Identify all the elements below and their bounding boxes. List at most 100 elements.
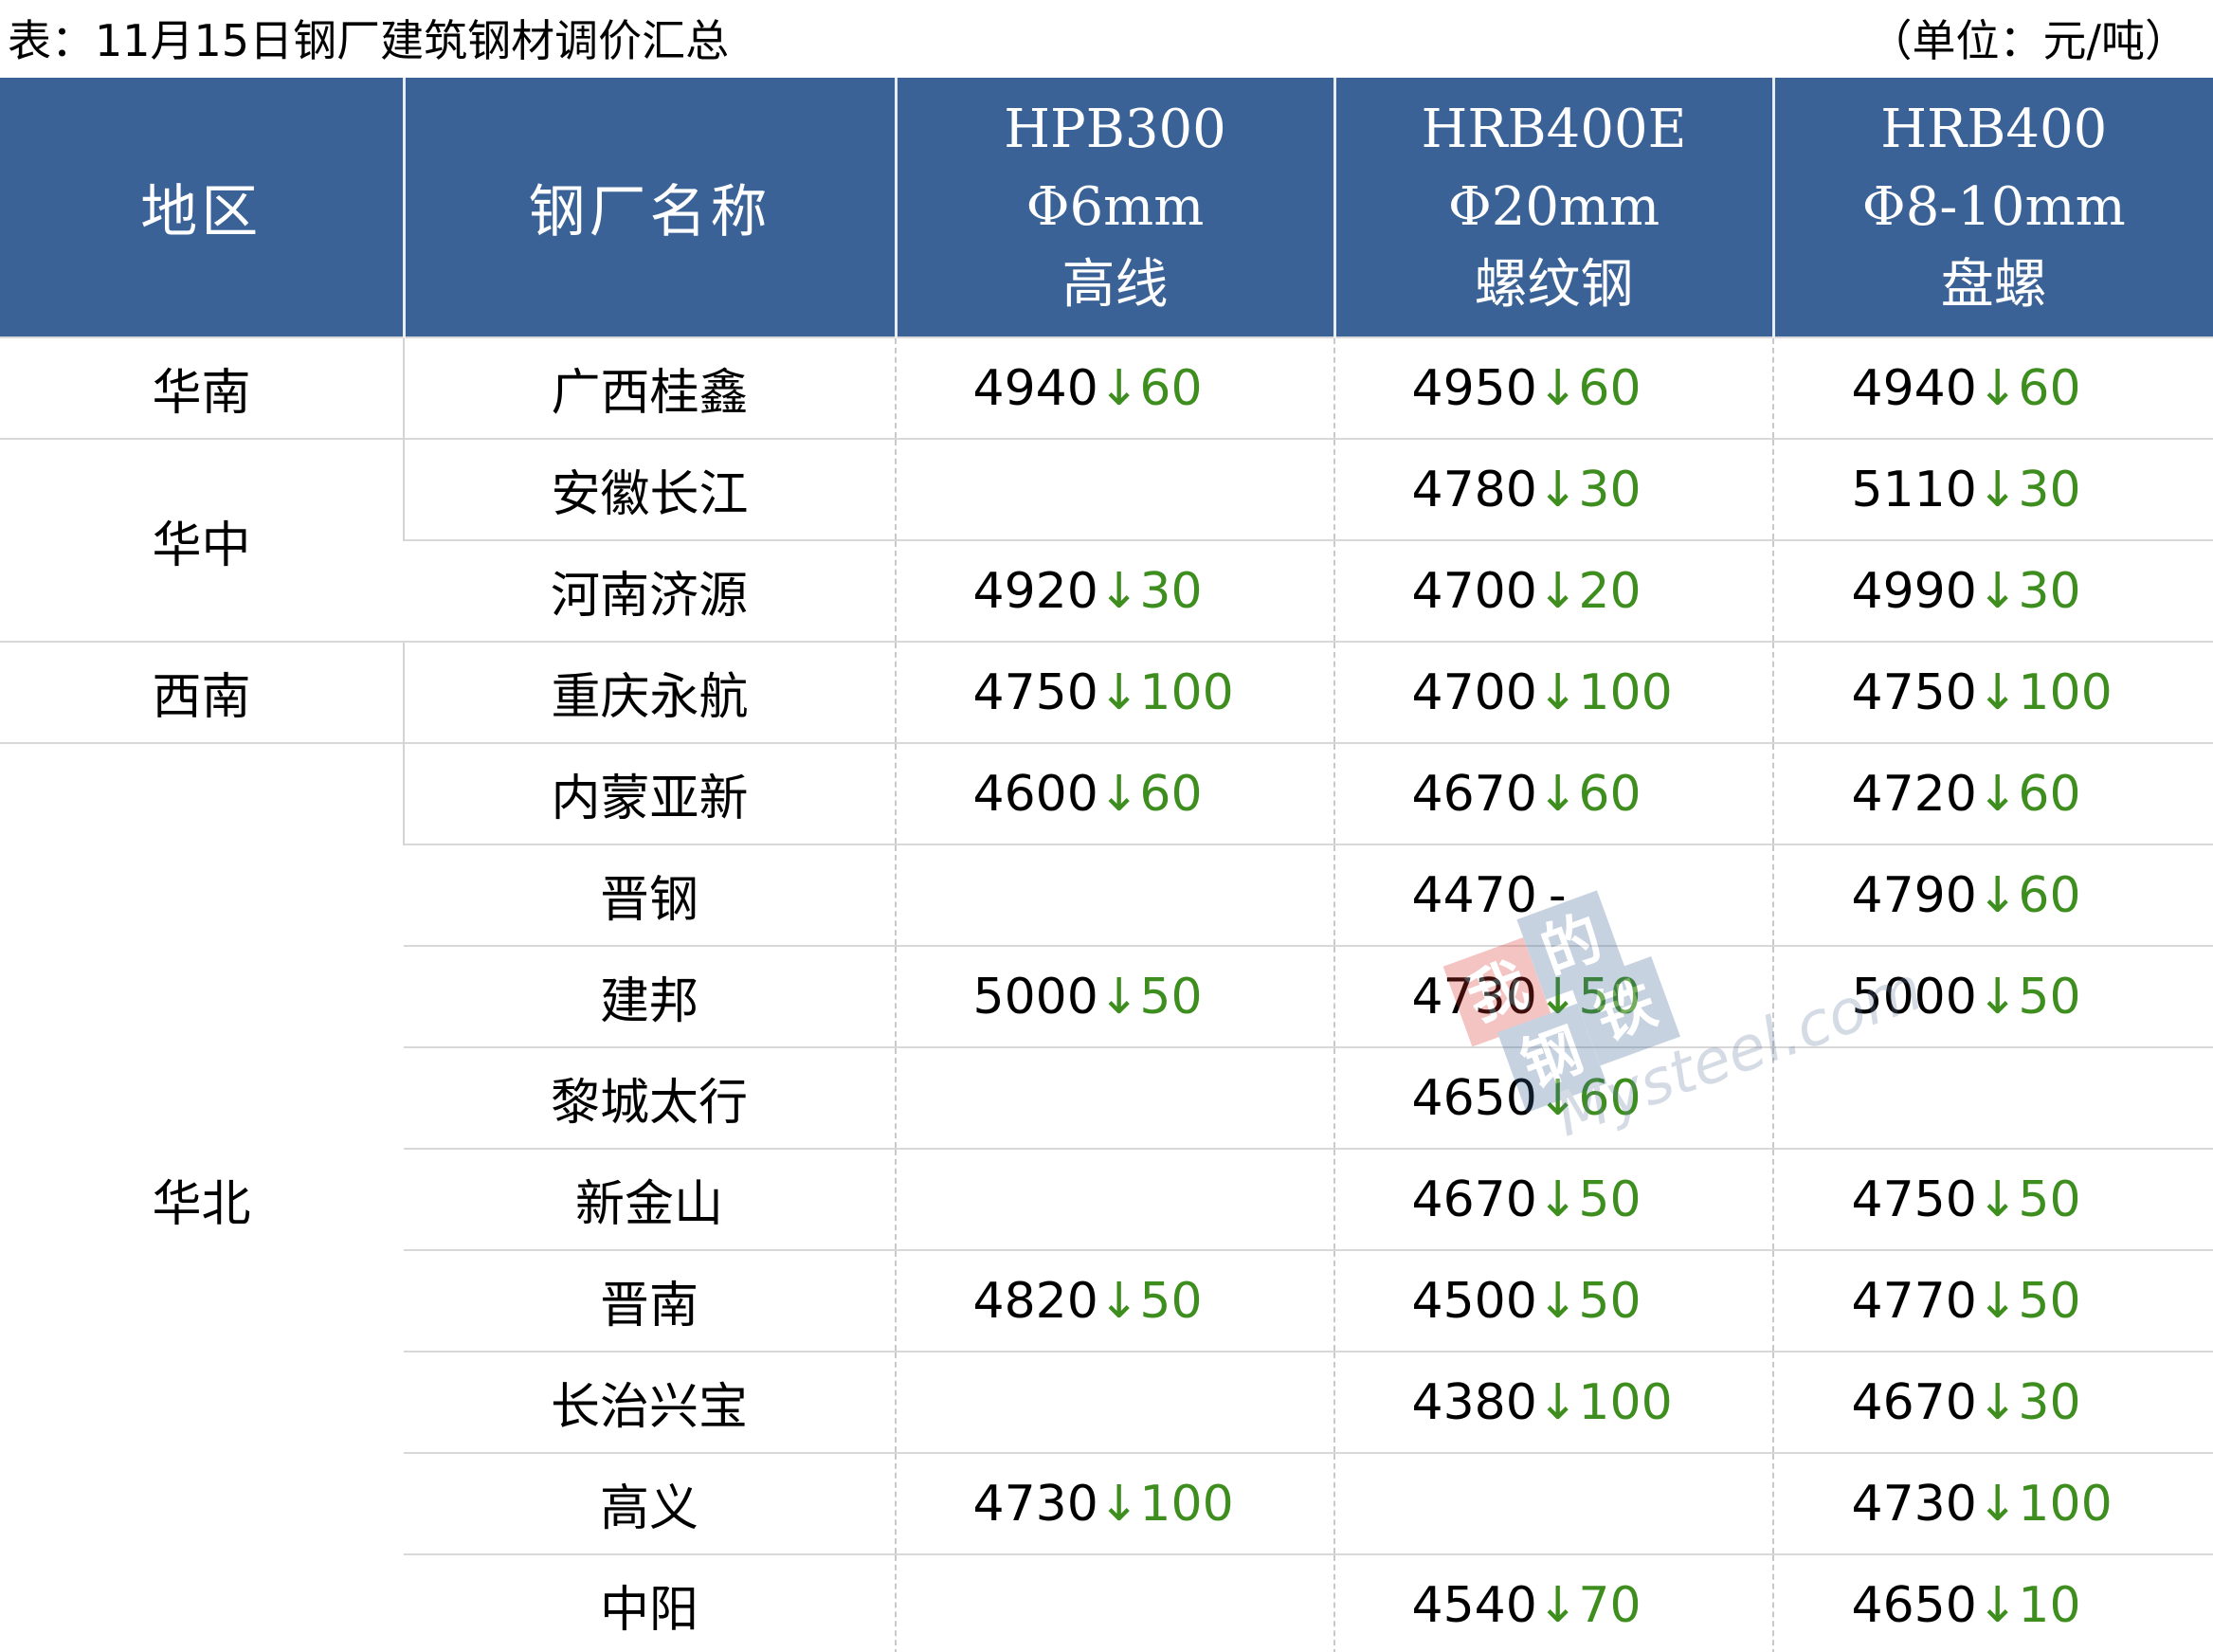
mill-name-cell: 高义 bbox=[404, 1452, 896, 1554]
price-change: 100 bbox=[2018, 1475, 2113, 1533]
price-cell: 4730↓100 bbox=[1772, 1452, 2213, 1554]
price-value: 4950 bbox=[1411, 359, 1537, 417]
price-cell: 4750↓50 bbox=[1772, 1148, 2213, 1250]
table-title: 表：11月15日钢厂建筑钢材调价汇总 bbox=[8, 15, 730, 66]
down-arrow-icon: ↓ bbox=[1536, 1272, 1579, 1330]
header-product-coil-rebar: HRB400 Φ8-10mm 盘螺 bbox=[1771, 78, 2213, 337]
down-arrow-icon: ↓ bbox=[1976, 866, 2019, 924]
down-arrow-icon: ↓ bbox=[1097, 968, 1140, 1026]
price-cell: 4720↓60 bbox=[1772, 742, 2213, 844]
region-cell: 华南 bbox=[0, 336, 404, 439]
down-arrow-icon: ↓ bbox=[1536, 1373, 1579, 1431]
price-change: 30 bbox=[1139, 562, 1203, 620]
down-arrow-icon: ↓ bbox=[1976, 1475, 2019, 1533]
price-cell: 4380↓100 bbox=[1333, 1351, 1773, 1453]
price-value: 4790 bbox=[1851, 866, 1977, 924]
product-name: 高线 bbox=[1061, 253, 1169, 316]
product-grade: HRB400E bbox=[1421, 98, 1687, 160]
price-cell bbox=[895, 1148, 1334, 1250]
price-cell: 4540↓70 bbox=[1333, 1553, 1773, 1652]
down-arrow-icon: ↓ bbox=[1536, 562, 1579, 620]
price-cell: 4500↓50 bbox=[1333, 1249, 1773, 1352]
price-value: 4780 bbox=[1411, 461, 1537, 518]
down-arrow-icon: ↓ bbox=[1536, 461, 1579, 518]
down-arrow-icon: ↓ bbox=[1097, 1475, 1140, 1533]
price-cell: 4670↓30 bbox=[1772, 1351, 2213, 1453]
down-arrow-icon: ↓ bbox=[1976, 1373, 2019, 1431]
price-value: 4650 bbox=[1411, 1069, 1537, 1127]
price-change: 100 bbox=[1578, 663, 1673, 721]
price-value: 4670 bbox=[1411, 765, 1537, 823]
mill-name-cell: 晋南 bbox=[404, 1249, 896, 1352]
price-value: 4670 bbox=[1411, 1171, 1537, 1228]
table-row: 华南 广西桂鑫 4940↓60 4950↓60 4940↓60 bbox=[0, 336, 2213, 439]
table-body: 华南 广西桂鑫 4940↓60 4950↓60 4940↓60 华中 安徽长江 4780↓30… bbox=[0, 336, 2213, 1652]
down-arrow-icon: ↓ bbox=[1097, 765, 1140, 823]
price-cell: 4670↓60 bbox=[1333, 742, 1773, 844]
price-value: 4730 bbox=[972, 1475, 1098, 1533]
price-cell: 5110↓30 bbox=[1772, 438, 2213, 540]
price-value: 4730 bbox=[1851, 1475, 1977, 1533]
price-value: 4940 bbox=[1851, 359, 1977, 417]
price-change: 100 bbox=[1139, 1475, 1234, 1533]
price-cell: 4790↓60 bbox=[1772, 844, 2213, 946]
price-cell: 4600↓60 bbox=[895, 742, 1334, 844]
price-value: 4380 bbox=[1411, 1373, 1537, 1431]
price-change: 60 bbox=[1578, 1069, 1642, 1127]
mill-name-cell: 中阳 bbox=[404, 1553, 896, 1652]
down-arrow-icon: ↓ bbox=[1536, 765, 1579, 823]
down-arrow-icon: ↓ bbox=[1976, 1171, 2019, 1228]
price-value: 4700 bbox=[1411, 562, 1537, 620]
price-value: 4600 bbox=[972, 765, 1098, 823]
price-value: 4940 bbox=[972, 359, 1098, 417]
price-cell: 5000↓50 bbox=[1772, 945, 2213, 1047]
price-cell: 4730↓50 bbox=[1333, 945, 1773, 1047]
down-arrow-icon: ↓ bbox=[1976, 1576, 2019, 1634]
price-change: 50 bbox=[2018, 1171, 2081, 1228]
price-change: 30 bbox=[2018, 461, 2081, 518]
region-cell: 华中 bbox=[0, 438, 404, 642]
price-value: 4470 bbox=[1411, 866, 1537, 924]
price-cell: 4820↓50 bbox=[895, 1249, 1334, 1352]
region-cell: 华北 bbox=[0, 742, 404, 1652]
header-region: 地区 bbox=[0, 78, 404, 337]
header-mill: 钢厂名称 bbox=[402, 78, 896, 337]
header-row: 地区 钢厂名称 HPB300 Φ6mm 高线 HRB400E Φ20mm 螺纹钢… bbox=[0, 78, 2213, 337]
down-arrow-icon: ↓ bbox=[1536, 1576, 1579, 1634]
down-arrow-icon: ↓ bbox=[1097, 359, 1140, 417]
price-cell: 4650↓10 bbox=[1772, 1553, 2213, 1652]
down-arrow-icon: ↓ bbox=[1976, 461, 2019, 518]
price-cell: 4670↓50 bbox=[1333, 1148, 1773, 1250]
mill-name-cell: 河南济源 bbox=[404, 539, 896, 642]
price-change: 30 bbox=[2018, 1373, 2081, 1431]
price-change: 60 bbox=[2018, 359, 2081, 417]
table-row: 华中 安徽长江 4780↓30 5110↓30 bbox=[0, 438, 2213, 642]
price-value: 4540 bbox=[1411, 1576, 1537, 1634]
price-value: 4670 bbox=[1851, 1373, 1977, 1431]
price-cell: 4750↓100 bbox=[895, 641, 1334, 743]
product-spec: Φ6mm bbox=[1025, 175, 1205, 238]
price-change: 100 bbox=[1139, 663, 1234, 721]
price-value: 4990 bbox=[1851, 562, 1977, 620]
price-change: 50 bbox=[1578, 968, 1642, 1026]
mill-name-cell: 新金山 bbox=[404, 1148, 896, 1250]
product-name: 盘螺 bbox=[1940, 253, 2047, 316]
table-row: 西南 重庆永航 4750↓100 4700↓100 4750↓100 bbox=[0, 641, 2213, 743]
price-change: 30 bbox=[2018, 562, 2081, 620]
price-value: 5000 bbox=[972, 968, 1098, 1026]
price-change: - bbox=[1548, 866, 1567, 924]
product-spec: Φ20mm bbox=[1447, 175, 1660, 238]
down-arrow-icon: ↓ bbox=[1976, 663, 2019, 721]
price-change: 50 bbox=[2018, 968, 2081, 1026]
down-arrow-icon: ↓ bbox=[1976, 968, 2019, 1026]
price-cell: 4730↓100 bbox=[895, 1452, 1334, 1554]
product-name: 螺纹钢 bbox=[1474, 253, 1634, 316]
price-cell: 4770↓50 bbox=[1772, 1249, 2213, 1352]
down-arrow-icon: ↓ bbox=[1097, 562, 1140, 620]
price-change: 20 bbox=[1578, 562, 1642, 620]
price-change: 100 bbox=[1578, 1373, 1673, 1431]
price-cell: 4950↓60 bbox=[1333, 336, 1773, 439]
price-cell: 4650↓60 bbox=[1333, 1046, 1773, 1149]
region-cell: 西南 bbox=[0, 641, 404, 743]
price-cell bbox=[895, 1553, 1334, 1652]
